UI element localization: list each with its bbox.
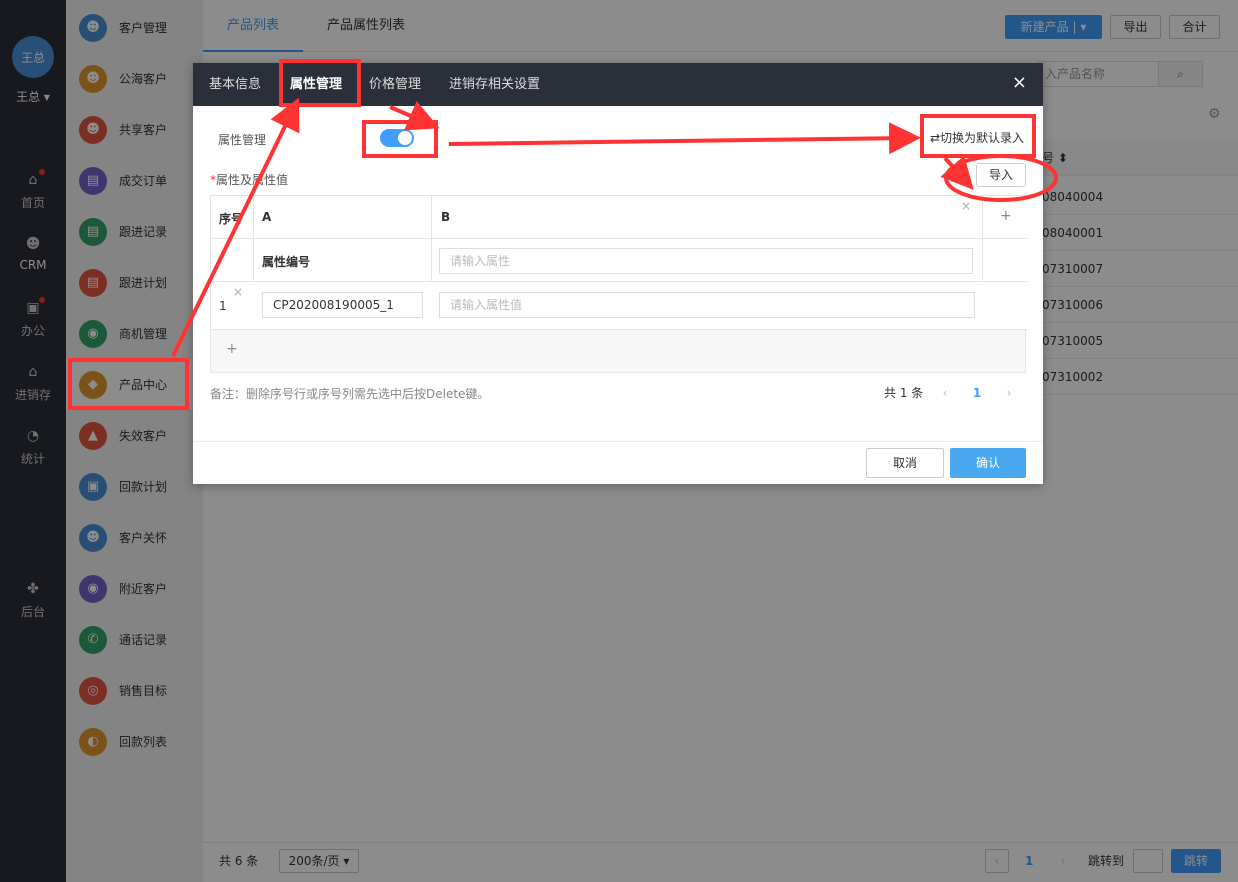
close-icon[interactable]: × <box>1012 73 1027 93</box>
modal-record-count: 共 1 条 <box>884 386 924 400</box>
tab-basic-info[interactable]: 基本信息 <box>209 63 261 106</box>
modal-next-page[interactable]: › <box>997 381 1021 405</box>
tab-price-management[interactable]: 价格管理 <box>369 63 421 106</box>
row-index: 1 <box>219 299 227 313</box>
tab-inventory-settings[interactable]: 进销存相关设置 <box>449 63 540 106</box>
add-column-icon[interactable]: + <box>1000 208 1012 224</box>
attr-code-label: 属性编号 <box>262 255 311 269</box>
col-b-header[interactable]: B <box>441 210 450 224</box>
highlight-attribute-tab <box>279 59 361 107</box>
cancel-button[interactable]: 取消 <box>866 448 944 478</box>
confirm-button[interactable]: 确认 <box>950 448 1026 478</box>
remove-column-icon[interactable]: × <box>961 199 971 213</box>
delete-note: 备注：删除序号行或序号列需先选中后按Delete键。 <box>210 387 490 401</box>
highlight-product-center <box>68 358 189 410</box>
product-edit-modal: 基本信息 属性管理 价格管理 进销存相关设置 × 属性管理 ⇄切换为默认录入 *… <box>193 63 1043 484</box>
modal-current-page[interactable]: 1 <box>965 381 989 405</box>
attribute-grid: 序号 A B × + 属性编号 请输入属性 1 × CP202008190005… <box>210 195 1027 373</box>
row-code-input[interactable]: CP202008190005_1 <box>262 292 423 318</box>
col-index-header: 序号 <box>219 212 244 226</box>
nav-dim-overlay <box>0 0 66 882</box>
remove-row-icon[interactable]: × <box>233 285 243 299</box>
attr-values-label: *属性及属性值 <box>210 173 289 187</box>
import-button[interactable]: 导入 <box>976 163 1026 187</box>
modal-prev-page[interactable]: ‹ <box>933 381 957 405</box>
attr-mgmt-label: 属性管理 <box>218 133 267 147</box>
highlight-switch-link <box>920 114 1036 158</box>
attr-name-input[interactable]: 请输入属性 <box>439 248 973 274</box>
attr-value-input[interactable]: 请输入属性值 <box>439 292 975 318</box>
col-a-header[interactable]: A <box>262 210 271 224</box>
add-row-icon[interactable]: + <box>226 341 238 357</box>
highlight-toggle <box>362 120 438 158</box>
